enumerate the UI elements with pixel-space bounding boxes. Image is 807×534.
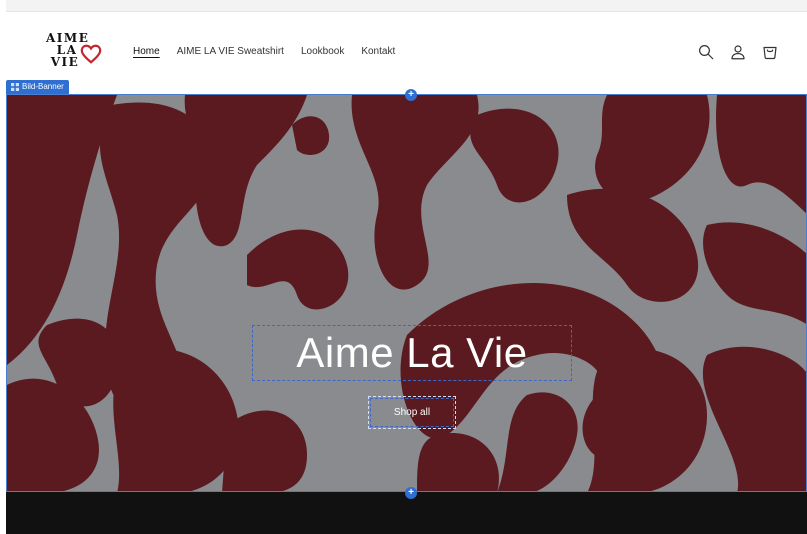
editor-top-strip: [6, 0, 807, 12]
heart-icon: [80, 44, 102, 64]
add-section-top-button[interactable]: +: [405, 89, 417, 101]
nav-kontakt[interactable]: Kontakt: [361, 46, 395, 57]
shop-all-button[interactable]: Shop all: [368, 396, 456, 429]
add-section-bottom-button[interactable]: +: [405, 487, 417, 499]
search-icon[interactable]: [697, 43, 715, 61]
section-label-text: Bild-Banner: [22, 82, 64, 91]
section-label[interactable]: Bild-Banner: [6, 80, 69, 94]
image-banner[interactable]: [6, 94, 807, 492]
site-header: AIME LA VIE Home AIME LA VIE Sweatshirt …: [6, 12, 807, 94]
header-icons: [697, 43, 779, 61]
grid-icon: [11, 83, 19, 91]
main-nav: Home AIME LA VIE Sweatshirt Lookbook Kon…: [133, 46, 395, 57]
nav-sweatshirt[interactable]: AIME LA VIE Sweatshirt: [177, 46, 284, 57]
site-logo[interactable]: AIME LA VIE: [46, 32, 106, 78]
banner-background-image: [7, 95, 806, 491]
account-icon[interactable]: [729, 43, 747, 61]
nav-home[interactable]: Home: [133, 46, 160, 57]
hero-title: Aime La Vie: [296, 329, 528, 376]
next-section-dark: [6, 492, 807, 534]
nav-lookbook[interactable]: Lookbook: [301, 46, 344, 57]
logo-line-3: VIE: [50, 55, 80, 69]
cart-icon[interactable]: [761, 43, 779, 61]
hero-title-box[interactable]: Aime La Vie: [252, 325, 572, 381]
